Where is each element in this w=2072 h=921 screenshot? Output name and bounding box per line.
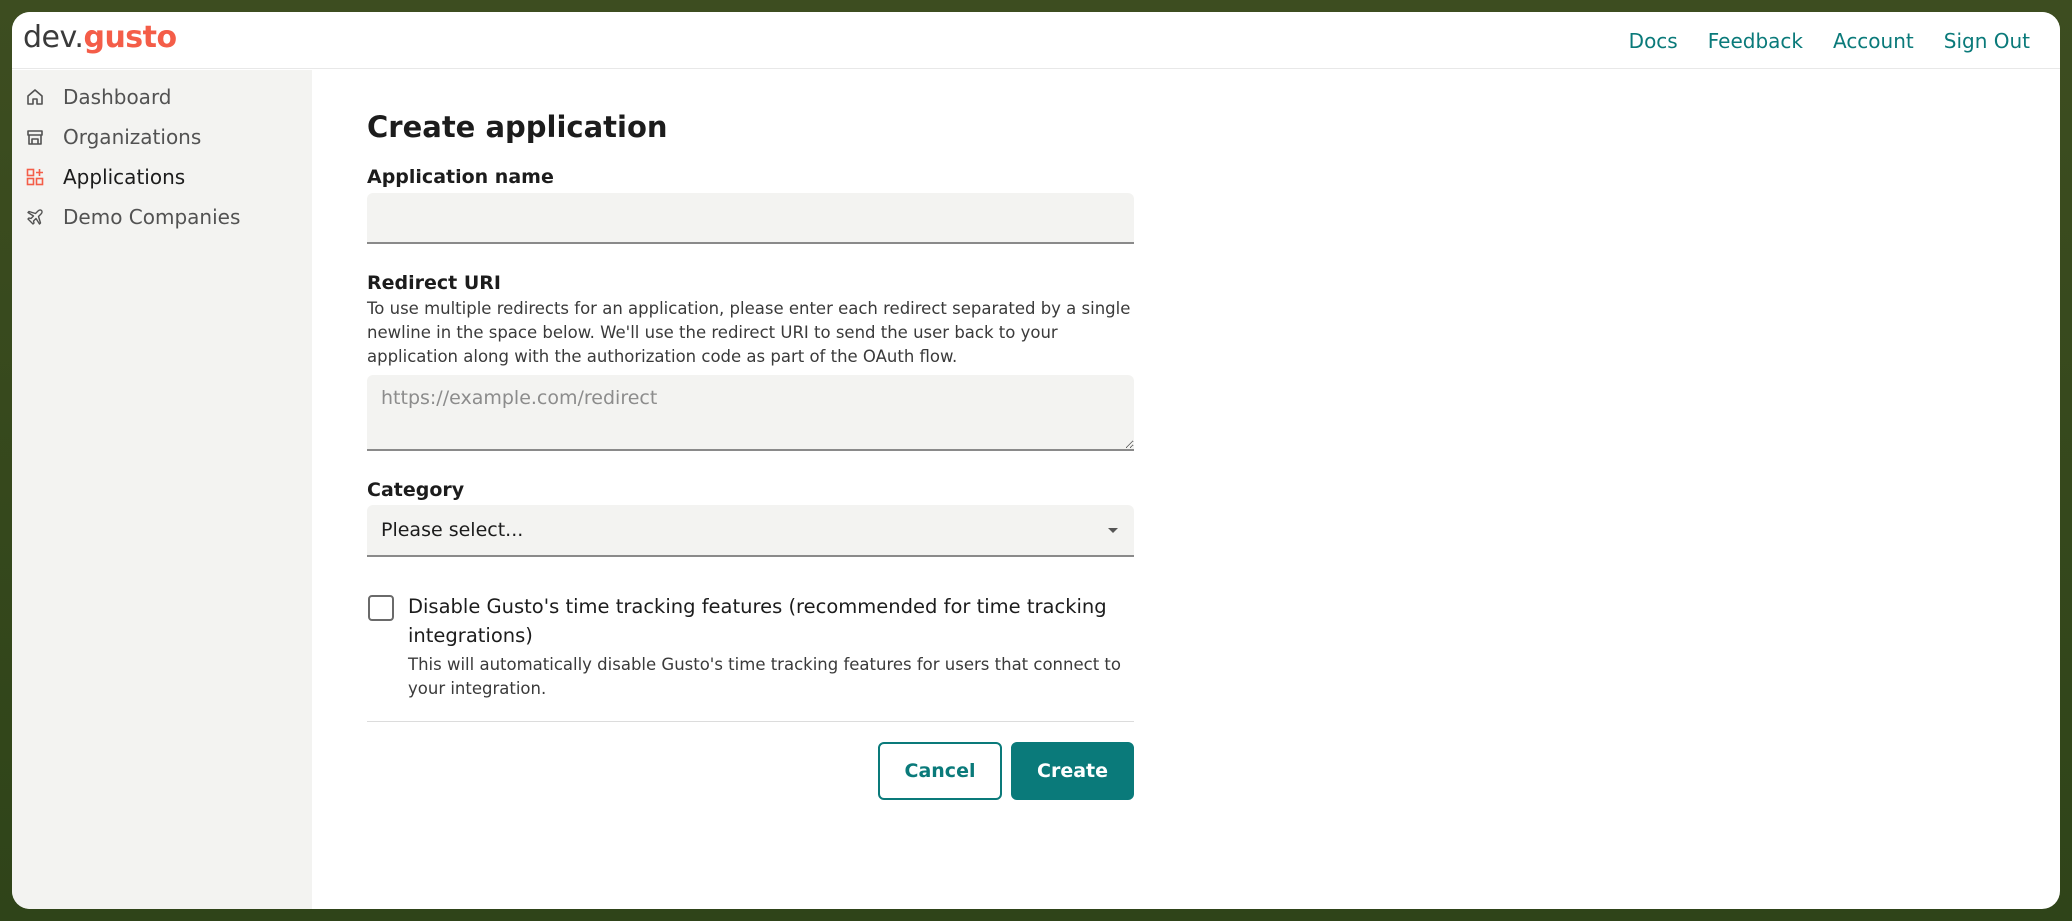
dev-gusto-logo[interactable]: dev.gusto (23, 20, 177, 55)
sidebar-item-label: Organizations (63, 125, 202, 149)
nav-link-sign-out[interactable]: Sign Out (1944, 29, 2030, 53)
nav-link-docs[interactable]: Docs (1629, 29, 1678, 53)
category-selected-value: Please select... (381, 519, 524, 541)
redirect-uri-label: Redirect URI (367, 272, 501, 294)
redirect-uri-textarea[interactable] (367, 375, 1134, 451)
storefront-icon (24, 126, 46, 148)
airplane-icon (24, 206, 46, 228)
sidebar-item-label: Dashboard (63, 85, 172, 109)
sidebar-item-demo-companies[interactable]: Demo Companies (12, 197, 312, 237)
sidebar-item-dashboard[interactable]: Dashboard (12, 77, 312, 117)
caret-down-icon (1108, 528, 1118, 533)
disable-time-tracking-help: This will automatically disable Gusto's … (408, 655, 1121, 698)
create-button[interactable]: Create (1011, 742, 1134, 800)
nav-link-account[interactable]: Account (1833, 29, 1914, 53)
sidebar-item-label: Demo Companies (63, 205, 241, 229)
application-name-label: Application name (367, 166, 554, 188)
sidebar-item-label: Applications (63, 165, 186, 189)
top-bar: dev.gusto Docs Feedback Account Sign Out (12, 12, 2060, 69)
sidebar-item-applications[interactable]: Applications (12, 157, 312, 197)
page-title: Create application (367, 110, 668, 144)
sidebar: Dashboard Organizations Applications Dem… (12, 70, 312, 909)
category-label: Category (367, 479, 465, 501)
apps-grid-icon (24, 166, 46, 188)
nav-link-feedback[interactable]: Feedback (1708, 29, 1803, 53)
form-divider (367, 721, 1134, 722)
application-name-input[interactable] (367, 193, 1134, 244)
redirect-uri-help: To use multiple redirects for an applica… (367, 299, 1131, 366)
disable-time-tracking-checkbox[interactable] (368, 595, 394, 621)
sidebar-item-organizations[interactable]: Organizations (12, 117, 312, 157)
top-nav: Docs Feedback Account Sign Out (1629, 12, 2030, 69)
cancel-button[interactable]: Cancel (878, 742, 1002, 800)
disable-time-tracking-label[interactable]: Disable Gusto's time tracking features (… (408, 592, 1148, 650)
category-select[interactable]: Please select... (367, 505, 1134, 557)
home-icon (24, 86, 46, 108)
